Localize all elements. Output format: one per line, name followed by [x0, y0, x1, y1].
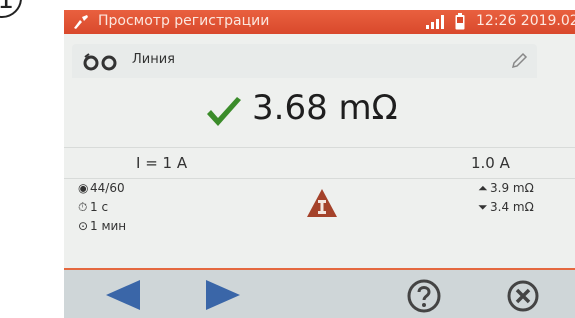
channel-label: Линия — [132, 52, 175, 67]
lower-limit-value: 3.4 mΩ — [490, 200, 534, 214]
status-title: Просмотр регистрации — [98, 13, 270, 29]
pencil-icon[interactable] — [510, 52, 528, 70]
corner-number-badge: 1 — [0, 0, 22, 18]
navigation-bar — [64, 268, 575, 318]
main-result: 3.68 mΩ — [64, 88, 575, 148]
radio-dot-icon: ◉ — [78, 181, 89, 195]
interval-value: 1 мин — [90, 219, 127, 233]
lower-limit-icon: ⏷ — [478, 200, 488, 214]
current-row: I = 1 A 1.0 A — [64, 147, 575, 179]
battery-icon — [455, 13, 465, 30]
next-arrow-icon[interactable] — [204, 278, 244, 312]
warning-icon — [307, 189, 337, 217]
lower-limit-row: ⏷ 3.4 mΩ — [478, 200, 534, 215]
previous-arrow-icon[interactable] — [102, 278, 142, 312]
status-time: 12:26 2019.02.1 — [476, 13, 575, 29]
duration-value: 1 с — [90, 200, 109, 214]
close-icon[interactable] — [506, 279, 540, 313]
checkmark-icon — [207, 97, 241, 126]
measurement-details: ◉ 44/60 ⏱ 1 с ⊙ 1 мин ⏶ 3.9 mΩ ⏷ 3.4 mΩ — [64, 178, 575, 268]
meter-probe-icon — [74, 15, 88, 29]
channel-selector[interactable]: Линия — [72, 44, 537, 78]
upper-limit-value: 3.9 mΩ — [490, 181, 534, 195]
duration-row: ⏱ 1 с — [78, 200, 108, 215]
count-value: 44/60 — [90, 181, 125, 195]
current-setting: I = 1 A — [136, 154, 188, 172]
count-row: ◉ 44/60 — [78, 181, 125, 195]
current-measured: 1.0 A — [471, 154, 510, 172]
resistance-value: 3.68 mΩ — [252, 88, 398, 128]
upper-limit-row: ⏶ 3.9 mΩ — [478, 181, 534, 196]
device-screen: Просмотр регистрации 12:26 2019.02.1 Лин… — [64, 10, 575, 318]
help-icon[interactable] — [406, 278, 442, 314]
signal-strength-icon — [426, 15, 444, 29]
stopwatch-icon: ⏱ — [78, 200, 88, 214]
interval-row: ⊙ 1 мин — [78, 219, 126, 233]
upper-limit-icon: ⏶ — [478, 181, 488, 195]
clock-icon: ⊙ — [78, 219, 89, 233]
coil-icon — [83, 53, 117, 71]
status-bar: Просмотр регистрации 12:26 2019.02.1 — [64, 10, 575, 34]
